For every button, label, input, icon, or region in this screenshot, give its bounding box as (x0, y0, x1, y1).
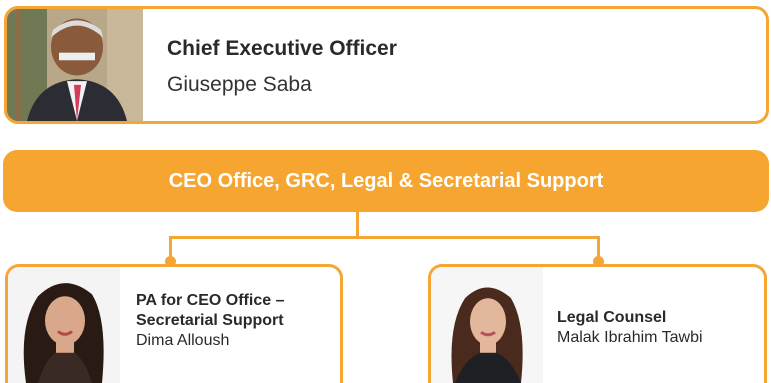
pa-name: Dima Alloush (136, 332, 230, 349)
ceo-name: Giuseppe Saba (167, 73, 312, 96)
pa-title-line1: PA for CEO Office – (136, 292, 285, 309)
ceo-card: Chief Executive Officer Giuseppe Saba (4, 6, 769, 124)
legal-photo (431, 267, 543, 383)
legal-name: Malak Ibrahim Tawbi (557, 329, 703, 346)
pa-portrait-icon (8, 267, 120, 383)
department-banner: CEO Office, GRC, Legal & Secretarial Sup… (3, 150, 769, 212)
department-banner-label: CEO Office, GRC, Legal & Secretarial Sup… (168, 169, 604, 192)
connector-horizontal (169, 236, 600, 239)
legal-card: Legal Counsel Malak Ibrahim Tawbi (428, 264, 767, 383)
ceo-title: Chief Executive Officer (167, 37, 397, 60)
connector-vertical-main (356, 212, 359, 238)
ceo-photo (7, 9, 143, 121)
pa-title-line2: Secretarial Support (136, 312, 284, 329)
legal-text: Legal Counsel Malak Ibrahim Tawbi (557, 308, 703, 348)
legal-portrait-icon (431, 267, 543, 383)
pa-photo (8, 267, 120, 383)
pa-text: PA for CEO Office – Secretarial Support … (136, 291, 284, 351)
pa-card: PA for CEO Office – Secretarial Support … (5, 264, 343, 383)
legal-title: Legal Counsel (557, 309, 667, 326)
ceo-portrait-icon (7, 9, 143, 121)
